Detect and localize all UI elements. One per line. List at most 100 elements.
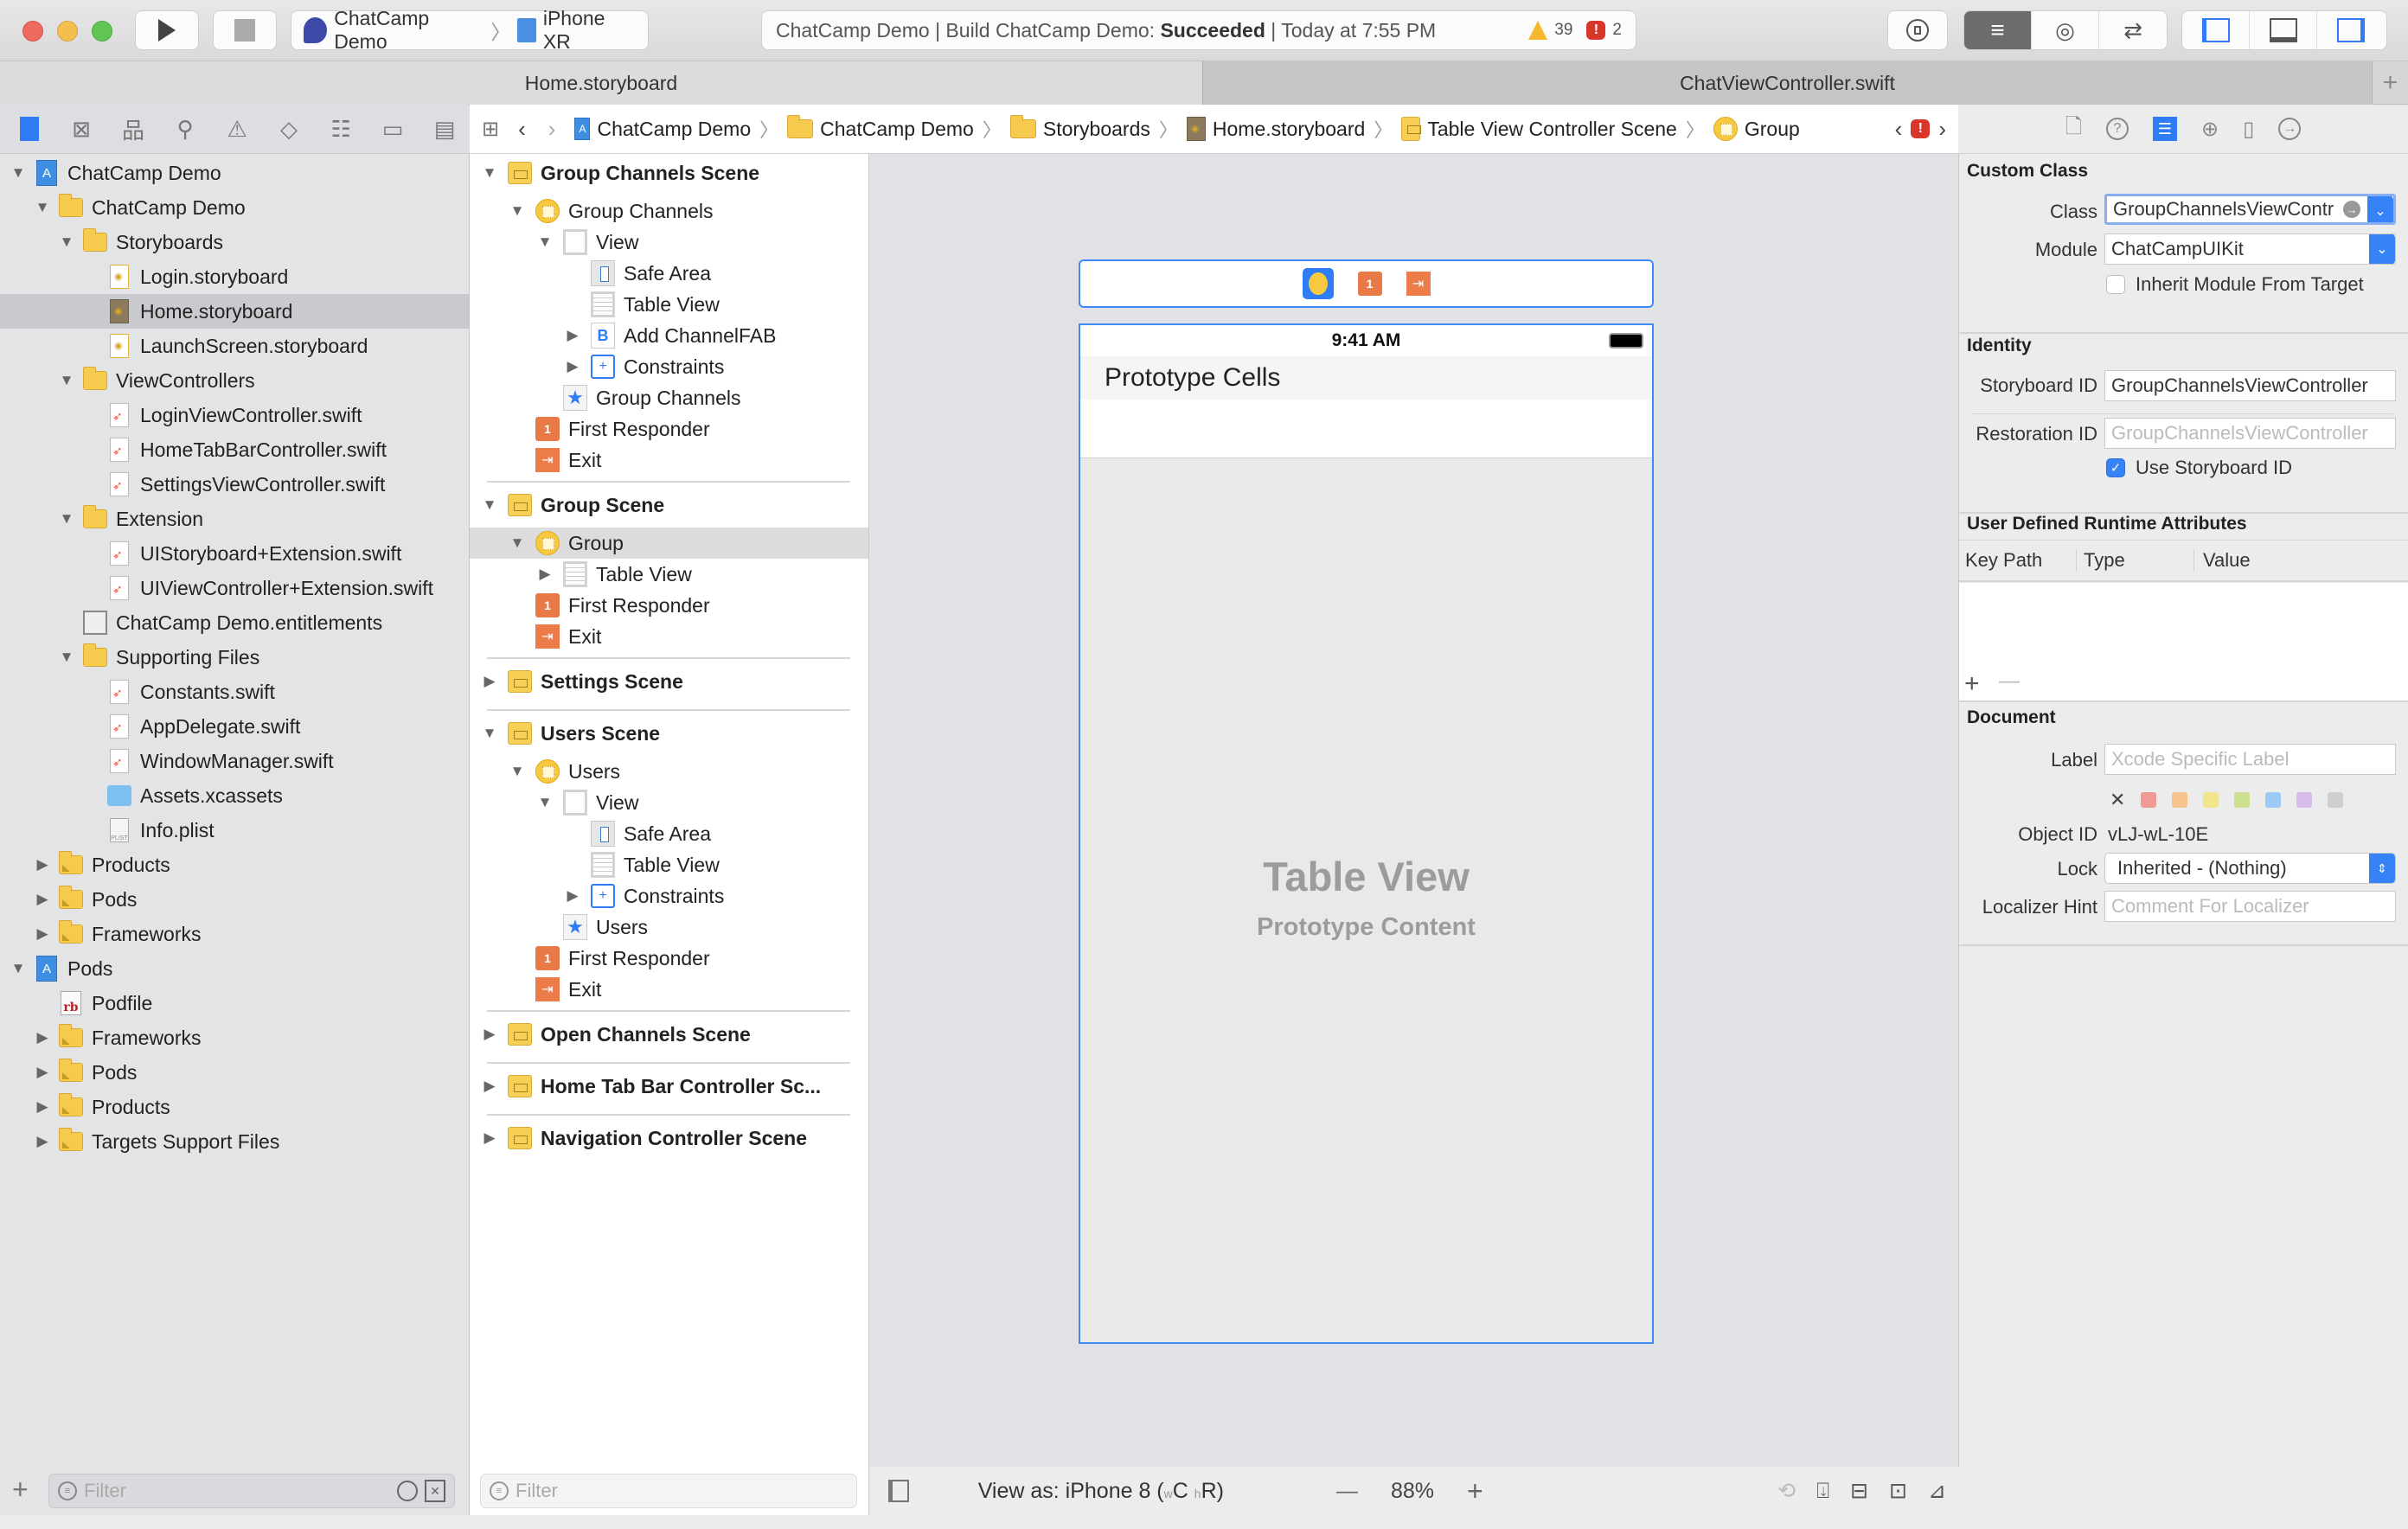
disclosure-triangle-icon[interactable]: ▼ xyxy=(508,202,527,220)
close-window-button[interactable] xyxy=(22,21,43,42)
find-navigator-button[interactable]: ⚲ xyxy=(166,110,204,148)
disclosure-triangle-icon[interactable]: ▼ xyxy=(57,234,76,251)
project-navigator-button[interactable] xyxy=(10,110,48,148)
disclosure-triangle-icon[interactable]: ▶ xyxy=(33,1029,52,1046)
navigator-item[interactable]: ▼ A Pods xyxy=(0,951,469,986)
lock-popup[interactable]: Inherited - (Nothing) ⇕ xyxy=(2104,853,2396,884)
disclosure-triangle-icon[interactable]: ▶ xyxy=(33,856,52,873)
debug-navigator-button[interactable]: ☷ xyxy=(322,110,360,148)
outline-item[interactable]: ▼ Group Channels xyxy=(470,195,868,227)
navigator-item[interactable]: AppDelegate.swift xyxy=(0,709,469,744)
navigator-filter-input[interactable]: ≡ Filter ✕ xyxy=(48,1474,455,1508)
test-navigator-button[interactable]: ◇ xyxy=(270,110,308,148)
outline-item[interactable]: ▼ View xyxy=(470,787,868,818)
error-count[interactable]: 2 xyxy=(1612,21,1622,40)
inherit-module-checkbox[interactable] xyxy=(2106,275,2125,294)
update-frames-icon[interactable]: ⟲ xyxy=(1777,1478,1796,1504)
help-inspector-icon[interactable]: ? xyxy=(2105,118,2129,140)
label-color-swatch[interactable] xyxy=(2296,792,2313,808)
report-navigator-button[interactable]: ▤ xyxy=(426,110,464,148)
navigator-item[interactable]: ▼ ViewControllers xyxy=(0,363,469,398)
outline-item[interactable]: ▼ Users xyxy=(470,756,868,787)
stop-button[interactable] xyxy=(213,10,277,50)
run-button[interactable] xyxy=(135,10,199,50)
navigator-item[interactable]: WindowManager.swift xyxy=(0,744,469,778)
outline-item[interactable]: ⇥ Exit xyxy=(470,974,868,1005)
clear-color-icon[interactable]: ✕ xyxy=(2110,789,2125,811)
disclosure-triangle-icon[interactable]: ▶ xyxy=(480,673,499,690)
warning-count[interactable]: 39 xyxy=(1554,21,1572,40)
storyboard-id-field[interactable]: GroupChannelsViewController xyxy=(2104,370,2396,401)
disclosure-triangle-icon[interactable]: ▶ xyxy=(563,887,582,905)
disclosure-triangle-icon[interactable]: ▼ xyxy=(480,164,499,182)
outline-scene[interactable]: ▶ Home Tab Bar Controller Sc... xyxy=(470,1071,868,1102)
navigator-item[interactable]: ▼ ChatCamp Demo xyxy=(0,190,469,225)
assistant-editor-button[interactable]: ◎ xyxy=(2032,11,2099,49)
recent-files-icon[interactable] xyxy=(397,1481,418,1501)
minimize-window-button[interactable] xyxy=(57,21,78,42)
restoration-id-field[interactable]: GroupChannelsViewController xyxy=(2104,418,2396,449)
label-color-swatch[interactable] xyxy=(2234,792,2251,808)
exit-dock-icon[interactable]: ⇥ xyxy=(1406,272,1431,296)
navigator-item[interactable]: ▼ Supporting Files xyxy=(0,640,469,675)
outline-item[interactable]: Table View xyxy=(470,289,868,320)
file-inspector-icon[interactable]: 🗋 xyxy=(2065,112,2082,147)
attributes-inspector-icon[interactable]: ⊕ xyxy=(2201,117,2219,142)
navigator-item[interactable]: ChatCamp Demo.entitlements xyxy=(0,605,469,640)
symbol-navigator-button[interactable]: 品 xyxy=(114,110,152,148)
runtime-attributes-table[interactable]: + — xyxy=(1959,583,2408,701)
add-attribute-button[interactable]: + xyxy=(1964,669,1980,699)
forward-button[interactable]: › xyxy=(548,116,556,143)
zoom-window-button[interactable] xyxy=(92,21,112,42)
class-dropdown-button[interactable]: ⌄ xyxy=(2367,196,2393,222)
breakpoint-navigator-button[interactable]: ▭ xyxy=(374,110,412,148)
outline-scene[interactable]: ▼ Group Scene xyxy=(470,489,868,521)
column-type[interactable]: Type xyxy=(2077,549,2194,572)
remove-attribute-button[interactable]: — xyxy=(1999,669,2020,694)
navigator-item[interactable]: ▶ Targets Support Files xyxy=(0,1124,469,1159)
standard-editor-button[interactable]: ≡ xyxy=(1964,11,2032,49)
outline-scene[interactable]: ▶ Open Channels Scene xyxy=(470,1019,868,1050)
disclosure-triangle-icon[interactable]: ▶ xyxy=(33,1064,52,1081)
module-dropdown-button[interactable]: ⌄ xyxy=(2369,234,2395,264)
error-icon[interactable]: ! xyxy=(1586,21,1606,40)
navigator-item[interactable]: Assets.xcassets xyxy=(0,778,469,813)
disclosure-triangle-icon[interactable]: ▶ xyxy=(33,1098,52,1116)
view-controller-dock-icon[interactable] xyxy=(1302,268,1334,299)
label-color-swatch[interactable] xyxy=(2265,792,2282,808)
disclosure-triangle-icon[interactable]: ▶ xyxy=(535,566,554,583)
label-color-swatch[interactable] xyxy=(2172,792,2188,808)
breadcrumb-item[interactable]: ChatCamp Demo xyxy=(787,115,974,141)
column-value[interactable]: Value xyxy=(2194,549,2251,572)
disclosure-triangle-icon[interactable]: ▼ xyxy=(535,234,554,251)
zoom-in-button[interactable]: + xyxy=(1467,1475,1483,1507)
outline-item[interactable]: ★ Group Channels xyxy=(470,382,868,413)
zoom-out-button[interactable]: — xyxy=(1336,1479,1358,1504)
disclosure-triangle-icon[interactable]: ▶ xyxy=(480,1129,499,1147)
label-color-swatch[interactable] xyxy=(2203,792,2219,808)
align-icon[interactable]: ⊟ xyxy=(1850,1478,1868,1504)
disclosure-triangle-icon[interactable]: ▶ xyxy=(33,1133,52,1150)
outline-scene[interactable]: ▼ Group Channels Scene xyxy=(470,157,868,189)
disclosure-triangle-icon[interactable]: ▼ xyxy=(57,372,76,389)
source-control-navigator-button[interactable]: ⊠ xyxy=(62,110,100,148)
breadcrumb-item[interactable]: Home.storyboard xyxy=(1186,117,1365,141)
navigator-item[interactable]: Login.storyboard xyxy=(0,259,469,294)
related-items-icon[interactable]: ⊞ xyxy=(482,117,499,142)
disclosure-triangle-icon[interactable]: ▶ xyxy=(33,925,52,943)
outline-item[interactable]: ▶ + Constraints xyxy=(470,880,868,912)
navigator-item[interactable]: SettingsViewController.swift xyxy=(0,467,469,502)
navigator-item[interactable]: ▶ Products xyxy=(0,1090,469,1124)
disclosure-triangle-icon[interactable]: ▶ xyxy=(33,891,52,908)
new-tab-button[interactable]: + xyxy=(2372,61,2408,105)
add-file-button[interactable]: + xyxy=(12,1474,29,1506)
navigator-item[interactable]: ▼ A ChatCamp Demo xyxy=(0,156,469,190)
outline-filter-input[interactable]: ≡ Filter xyxy=(480,1474,857,1508)
version-editor-button[interactable]: ⇄ xyxy=(2099,11,2167,49)
outline-item[interactable]: ▶ Table View xyxy=(470,559,868,590)
scheme-selector[interactable]: ChatCamp Demo 〉 iPhone XR xyxy=(291,7,649,53)
embed-in-icon[interactable]: ⍗ xyxy=(1816,1479,1829,1504)
outline-item[interactable]: 1 First Responder xyxy=(470,413,868,445)
toggle-inspector-button[interactable] xyxy=(2317,11,2385,49)
disclosure-triangle-icon[interactable]: ▶ xyxy=(563,358,582,375)
